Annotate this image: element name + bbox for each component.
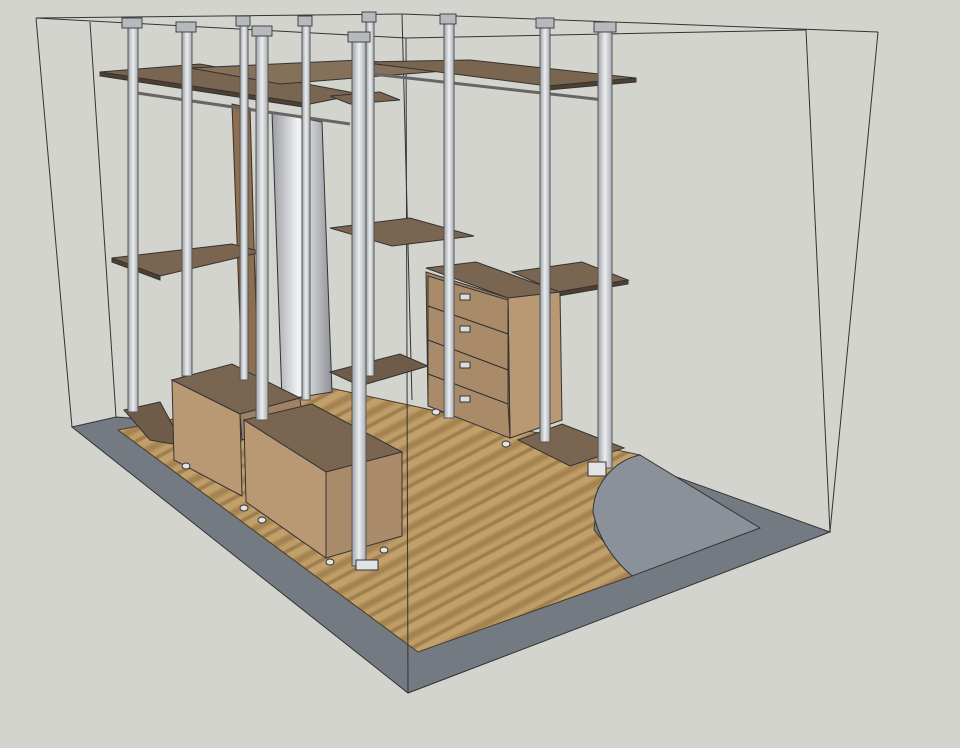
closet-model-scene	[35, 11, 879, 694]
drawer-handle-icon	[459, 325, 471, 333]
dresser-side	[507, 291, 563, 439]
drawer-handle-icon	[459, 361, 471, 369]
modeling-viewport[interactable]	[0, 0, 960, 748]
floor-shelf-back	[328, 353, 430, 387]
drawer-handle-icon	[459, 293, 471, 301]
drawer-handle-icon	[459, 395, 471, 403]
